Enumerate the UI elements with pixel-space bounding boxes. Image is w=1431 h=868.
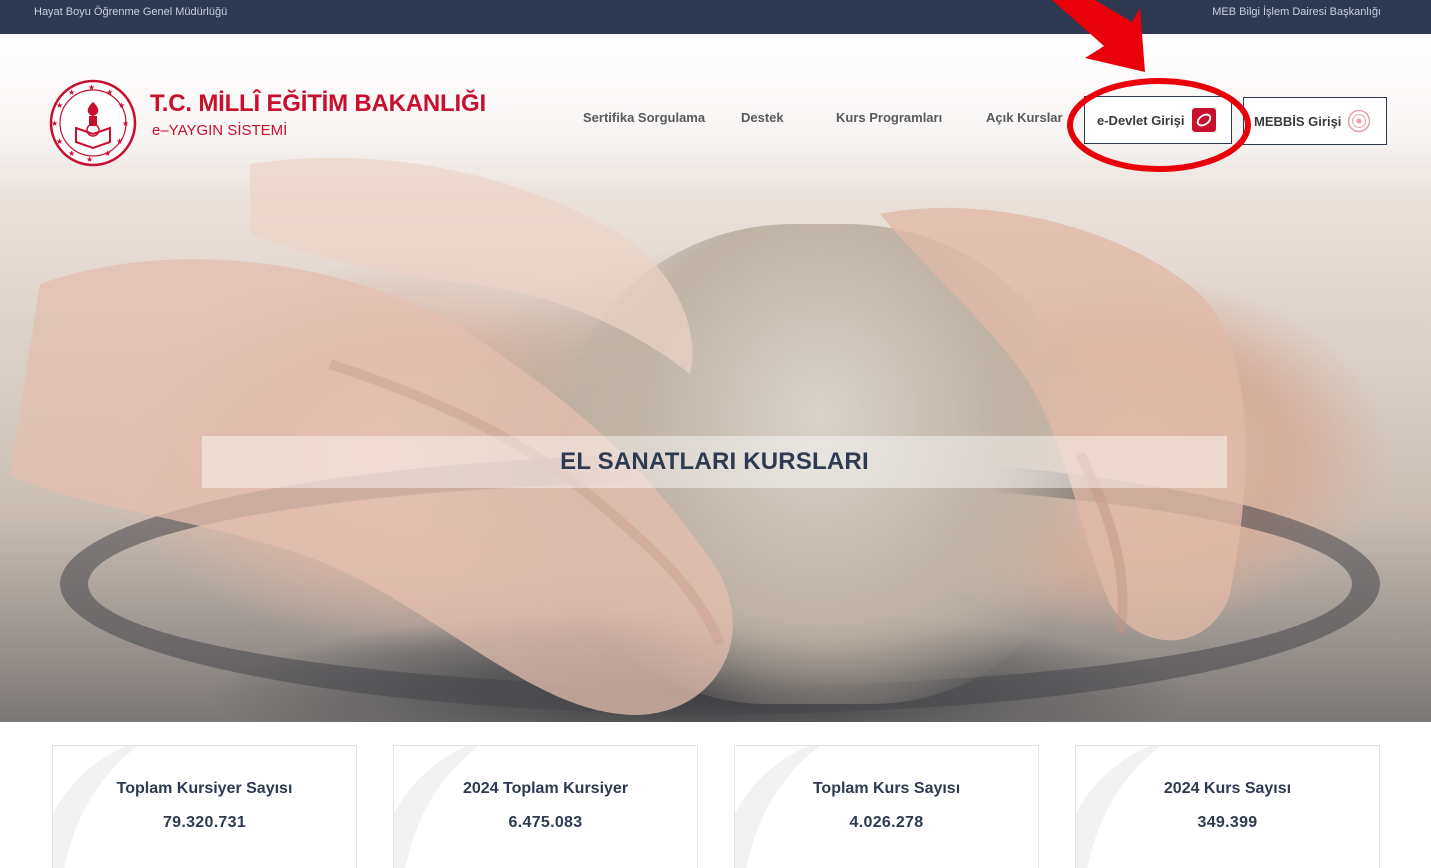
meb-seal-icon: [1348, 109, 1371, 133]
ministry-seal-icon: ★ ★ ★ ★ ★ ★ ★ ★ ★ ★ ★ ★: [49, 79, 137, 167]
ministry-title: T.C. MİLLÎ EĞİTİM BAKANLIĞI: [150, 90, 486, 117]
nav-kurs-programlari[interactable]: Kurs Programları: [836, 110, 942, 125]
stat-card-total-trainees: Toplam Kursiyer Sayısı 79.320.731: [52, 745, 357, 868]
system-subtitle: e–YAYGIN SİSTEMİ: [152, 122, 288, 139]
svg-text:★: ★: [56, 101, 63, 110]
svg-text:★: ★: [106, 88, 113, 97]
edevlet-login-label: e-Devlet Girişi: [1097, 112, 1185, 128]
svg-text:★: ★: [122, 119, 129, 128]
stat-card-2024-trainees: 2024 Toplam Kursiyer 6.475.083: [393, 745, 698, 868]
stat-card-2024-courses: 2024 Kurs Sayısı 349.399: [1075, 745, 1380, 868]
stat-label: 2024 Toplam Kursiyer: [462, 780, 629, 797]
stat-value: 4.026.278: [849, 814, 924, 831]
nav-acik-kurslar[interactable]: Açık Kurslar: [986, 110, 1063, 125]
nav-destek[interactable]: Destek: [741, 110, 784, 125]
svg-text:★: ★: [104, 149, 111, 158]
swirl-decoration-icon: [53, 746, 139, 868]
stat-label: 2024 Kurs Sayısı: [1163, 780, 1292, 797]
stat-value: 6.475.083: [508, 814, 583, 831]
svg-text:★: ★: [116, 137, 123, 146]
e-devlet-logo-icon: [1192, 108, 1217, 132]
svg-text:★: ★: [86, 155, 93, 164]
svg-text:★: ★: [51, 119, 58, 128]
stat-label: Toplam Kursiyer Sayısı: [116, 780, 293, 797]
swirl-decoration-icon: [1076, 746, 1162, 868]
stat-value: 79.320.731: [162, 814, 247, 831]
stat-value: 349.399: [1197, 814, 1258, 831]
svg-text:★: ★: [68, 88, 75, 97]
svg-text:★: ★: [118, 101, 125, 110]
nav-sertifika-sorgulama[interactable]: Sertifika Sorgulama: [583, 110, 705, 125]
top-bar: Hayat Boyu Öğrenme Genel Müdürlüğü MEB B…: [0, 0, 1431, 34]
svg-text:★: ★: [68, 149, 75, 158]
svg-text:★: ★: [56, 137, 63, 146]
svg-text:★: ★: [88, 83, 95, 92]
mebbis-login-label: MEBBİS Girişi: [1254, 113, 1342, 129]
hero-banner: EL SANATLARI KURSLARI: [202, 436, 1227, 488]
mebbis-login-button[interactable]: MEBBİS Girişi: [1243, 97, 1387, 145]
directorate-link[interactable]: Hayat Boyu Öğrenme Genel Müdürlüğü: [34, 6, 227, 18]
edevlet-login-button[interactable]: e-Devlet Girişi: [1084, 96, 1232, 144]
stat-card-total-courses: Toplam Kurs Sayısı 4.026.278: [734, 745, 1039, 868]
swirl-decoration-icon: [394, 746, 480, 868]
swirl-decoration-icon: [735, 746, 821, 868]
hero-banner-title: EL SANATLARI KURSLARI: [560, 448, 869, 475]
ministry-logo[interactable]: ★ ★ ★ ★ ★ ★ ★ ★ ★ ★ ★ ★ T.C. MİLLÎ EĞİTİM BAKANL…: [44, 72, 504, 167]
it-department-link[interactable]: MEB Bilgi İşlem Dairesi Başkanlığı: [1212, 6, 1381, 18]
stat-label: Toplam Kurs Sayısı: [812, 780, 961, 797]
